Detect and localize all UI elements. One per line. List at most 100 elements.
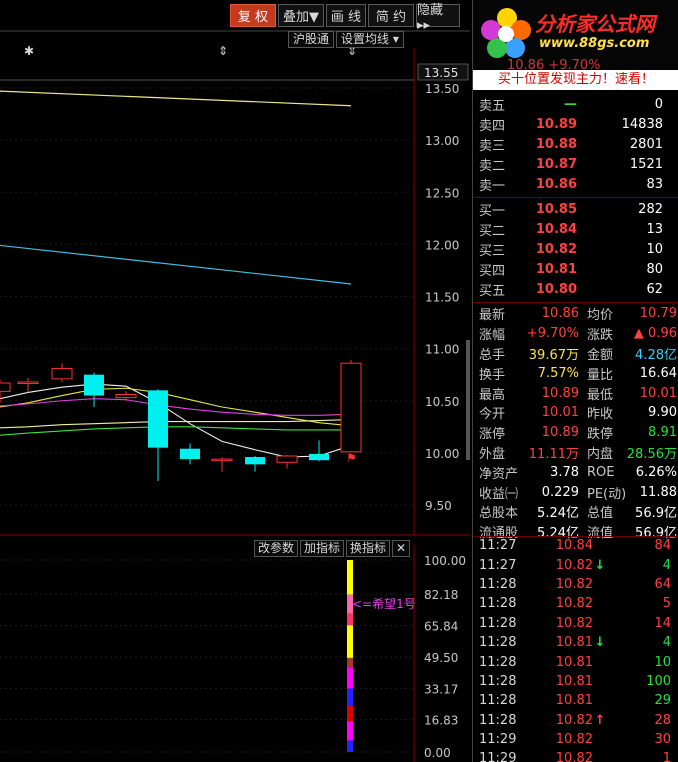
buy-price: 10.84 bbox=[535, 222, 577, 238]
tick-volume: 14 bbox=[654, 615, 671, 631]
buy-row[interactable]: 买四 10.81 80 bbox=[473, 259, 678, 279]
edit-params-button[interactable]: 改参数 bbox=[254, 540, 299, 557]
tick-time: 11:28 bbox=[479, 693, 517, 709]
sell-label: 卖二 bbox=[479, 158, 506, 174]
stat-label: 涨跌 bbox=[587, 328, 614, 344]
stat-label: 今开 bbox=[479, 407, 506, 423]
price-tick-label: 12.50 bbox=[425, 186, 459, 200]
ma-setting-dropdown[interactable]: 设置均线 ▾ bbox=[336, 31, 404, 48]
candle-body bbox=[51, 367, 73, 380]
stat-value: 10.01 bbox=[541, 405, 579, 421]
tick-price: 10.82 bbox=[555, 615, 593, 631]
tick-price: 10.82 bbox=[555, 751, 593, 762]
stat-value: 16.64 bbox=[639, 365, 677, 381]
stat-value: 3.78 bbox=[550, 464, 579, 480]
sell-row[interactable]: 卖一 10.86 83 bbox=[473, 174, 678, 194]
tick-row: 11:29 10.82 1 bbox=[473, 749, 678, 762]
buy-label: 买二 bbox=[479, 224, 506, 240]
buy-label: 买一 bbox=[479, 204, 506, 220]
collapse-handle[interactable] bbox=[466, 340, 470, 460]
tick-price: 10.81 bbox=[555, 693, 593, 709]
price-tick-label: 11.00 bbox=[425, 343, 459, 357]
sell-label: 卖五 bbox=[479, 99, 506, 115]
indicator-tick-label: 49.50 bbox=[424, 651, 458, 665]
buy-row[interactable]: 买二 10.84 13 bbox=[473, 220, 678, 240]
buy-stats-divider bbox=[473, 302, 678, 303]
stat-value: 28.56万 bbox=[626, 446, 677, 462]
logo-url: www.88gs.com bbox=[539, 36, 650, 51]
tick-time: 11:28 bbox=[479, 712, 517, 728]
candle-body bbox=[0, 382, 11, 392]
stat-label: PE(动) bbox=[587, 486, 627, 502]
stat-value: 10.01 bbox=[639, 385, 677, 401]
price-axis: 13.50 13.00 12.50 12.00 11.50 11.00 10.50 10.00… bbox=[425, 82, 459, 513]
sell-label: 卖四 bbox=[479, 119, 506, 135]
stat-label: 最新 bbox=[479, 308, 506, 324]
candle-body bbox=[340, 362, 362, 453]
price-tick-label: 13.50 bbox=[425, 82, 459, 96]
sell-row[interactable]: 卖五 — 0 bbox=[473, 95, 678, 115]
stat-label: 昨收 bbox=[587, 407, 614, 423]
stat-row: 总手 39.67万 金额 4.28亿 bbox=[473, 344, 678, 364]
stat-label: 量比 bbox=[587, 367, 614, 383]
sell-row[interactable]: 卖四 10.89 14838 bbox=[473, 115, 678, 135]
tick-price: 10.81 bbox=[555, 673, 593, 689]
tick-price: 10.81 bbox=[555, 654, 593, 670]
stat-label: 总股本 bbox=[479, 506, 519, 522]
candle-body bbox=[115, 393, 137, 399]
tick-row: 11:27 10.82 ↓ 4 bbox=[473, 555, 678, 574]
tick-row: 11:28 10.81 ↓ 4 bbox=[473, 633, 678, 652]
tick-price: 10.82 bbox=[555, 596, 593, 612]
stat-value: 7.57% bbox=[537, 365, 579, 381]
candle-body bbox=[211, 458, 233, 462]
buy-row[interactable]: 买三 10.82 10 bbox=[473, 240, 678, 260]
tick-direction-icon: ↑ bbox=[594, 712, 606, 728]
stat-label: 净资产 bbox=[479, 466, 519, 482]
buy-row[interactable]: 买五 10.80 62 bbox=[473, 279, 678, 299]
add-indicator-button[interactable]: 加指标 bbox=[300, 540, 345, 557]
sell-volume: 2801 bbox=[629, 136, 663, 152]
candlestick-chart[interactable]: ✱ ⇕ ⇕ 13.55 13.5013.0012.5012.0011.5011.… bbox=[0, 0, 470, 762]
buy-volume: 10 bbox=[646, 241, 663, 257]
hgt-button[interactable]: 沪股通 bbox=[288, 31, 335, 48]
close-indicator-icon[interactable]: ✕ bbox=[392, 540, 411, 557]
tick-volume: 4 bbox=[662, 635, 671, 651]
buy-label: 买三 bbox=[479, 243, 506, 259]
indicator-segment bbox=[347, 688, 353, 706]
stat-row: 净资产 3.78 ROE 6.26% bbox=[473, 462, 678, 482]
candle-body bbox=[84, 374, 104, 396]
stat-label: 均价 bbox=[587, 308, 614, 324]
indicator-label: <=希望1号 bbox=[352, 596, 416, 611]
sell-row[interactable]: 卖二 10.87 1521 bbox=[473, 154, 678, 174]
stat-label: 最高 bbox=[479, 387, 506, 403]
promo-banner[interactable]: 买十位置发现主力！速看！ bbox=[473, 70, 678, 90]
stat-value: 8.91 bbox=[648, 425, 677, 441]
stat-row: 外盘 11.11万 内盘 28.56万 bbox=[473, 443, 678, 463]
tick-row: 11:28 10.82 64 bbox=[473, 575, 678, 594]
sell-volume: 14838 bbox=[621, 117, 663, 133]
tick-volume: 5 bbox=[662, 596, 671, 612]
long-ma-line bbox=[0, 90, 352, 107]
indicator-axis: 100.00 82.18 65.84 49.50 33.17 16.83 0.00 bbox=[424, 554, 466, 760]
stat-row: 今开 10.01 昨收 9.90 bbox=[473, 403, 678, 423]
current-price-label: 13.55 bbox=[424, 66, 458, 80]
tick-time: 11:28 bbox=[479, 596, 517, 612]
buy-row[interactable]: 买一 10.85 282 bbox=[473, 200, 678, 220]
stat-row: 总股本 5.24亿 总值 56.9亿 bbox=[473, 502, 678, 522]
buy-volume: 13 bbox=[646, 222, 663, 238]
sell-label: 卖三 bbox=[479, 138, 506, 154]
sell-row[interactable]: 卖三 10.88 2801 bbox=[473, 135, 678, 155]
tick-time: 11:27 bbox=[479, 538, 517, 554]
sell-volume: 0 bbox=[654, 97, 663, 113]
sell-price: 10.86 bbox=[535, 176, 577, 192]
marker-arrow-1: ⇕ bbox=[218, 44, 228, 58]
switch-indicator-button[interactable]: 换指标 bbox=[346, 540, 391, 557]
tick-row: 11:27 10.84 84 bbox=[473, 536, 678, 555]
stat-value: 10.89 bbox=[541, 385, 579, 401]
stat-value: ▲ 0.96 bbox=[633, 326, 677, 342]
tick-volume: 64 bbox=[654, 576, 671, 592]
sell-label: 卖一 bbox=[479, 178, 506, 194]
stat-label: ROE bbox=[587, 464, 615, 480]
indicator-segment bbox=[347, 625, 353, 658]
tick-time: 11:27 bbox=[479, 557, 517, 573]
